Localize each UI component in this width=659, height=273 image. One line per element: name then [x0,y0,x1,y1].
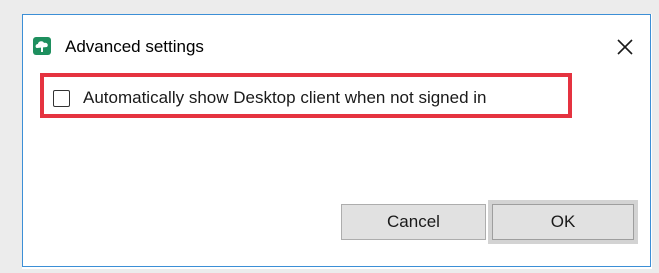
dialog-title: Advanced settings [65,37,204,56]
cancel-button[interactable]: Cancel [341,204,486,240]
close-icon[interactable] [614,36,636,58]
auto-show-label: Automatically show Desktop client when n… [83,88,487,107]
auto-show-option[interactable]: Automatically show Desktop client when n… [53,87,487,109]
cloud-leaf-icon [33,37,51,55]
background-right [652,0,659,273]
auto-show-checkbox[interactable] [53,89,70,107]
background-bottom [0,269,659,273]
background-top [0,0,659,14]
dialog-titlebar: Advanced settings [23,15,650,64]
background-left [0,0,22,273]
advanced-settings-dialog: Advanced settings Automatically show Des… [22,14,651,267]
screenshot-canvas: Advanced settings Automatically show Des… [0,0,659,273]
ok-button[interactable]: OK [492,204,634,240]
ok-button-focus-ring: OK [488,200,638,244]
